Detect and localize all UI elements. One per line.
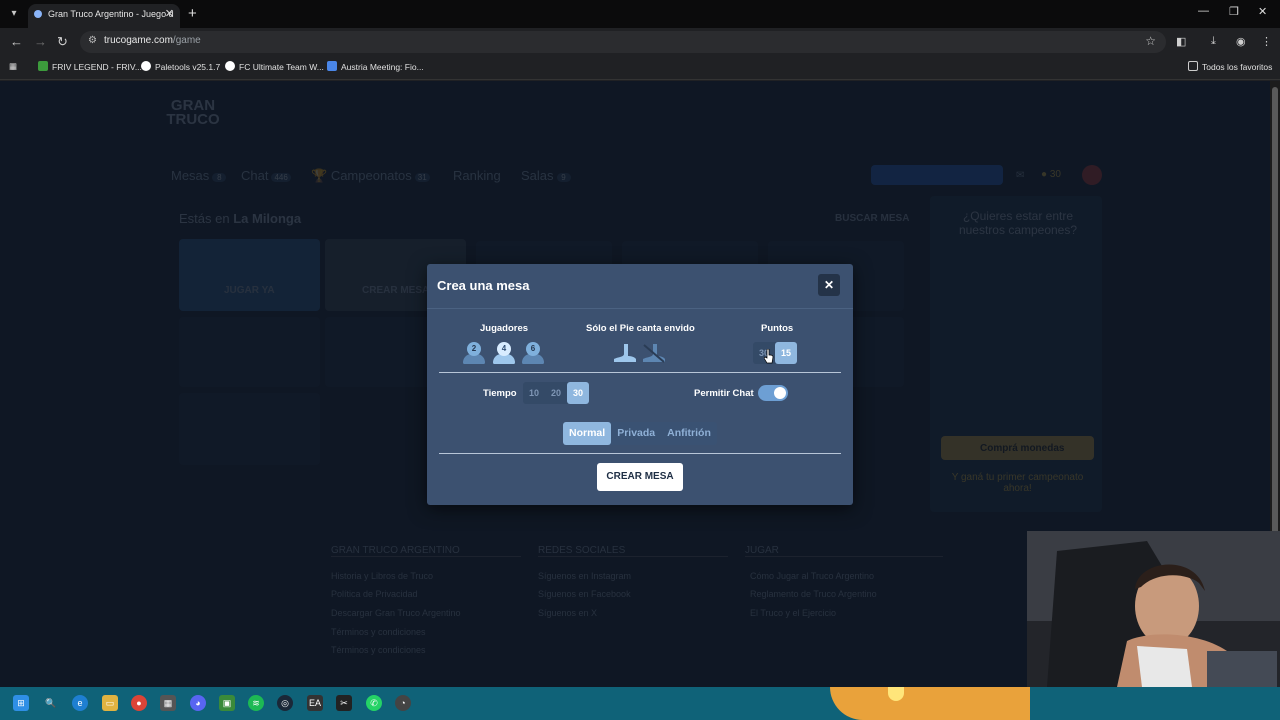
minecraft-icon[interactable]: ▣ bbox=[219, 695, 235, 711]
bookmark-friv[interactable]: FRIV LEGEND - FRIV... bbox=[38, 61, 142, 72]
time-option-30[interactable]: 30 bbox=[567, 382, 590, 404]
chrome-icon[interactable]: ● bbox=[131, 695, 147, 711]
time-toggle: 10 20 30 bbox=[523, 382, 590, 404]
mouse-cursor-icon bbox=[764, 349, 774, 364]
apps-icon[interactable]: ▦ bbox=[9, 61, 17, 72]
menu-icon[interactable]: ⋮ bbox=[1261, 35, 1272, 48]
minimize-icon[interactable]: — bbox=[1198, 5, 1209, 17]
new-tab-icon[interactable]: + bbox=[188, 5, 197, 22]
players-option-4[interactable]: 4 bbox=[491, 340, 517, 366]
reload-icon[interactable]: ↻ bbox=[57, 34, 68, 50]
time-label: Tiempo bbox=[483, 388, 517, 399]
extensions-icon[interactable]: ◧ bbox=[1176, 35, 1186, 48]
edge-icon[interactable]: e bbox=[72, 695, 88, 711]
browser-tab[interactable]: Gran Truco Argentino - Juego d ✕ bbox=[28, 4, 180, 28]
bookmark-star-icon[interactable]: ☆ bbox=[1145, 34, 1156, 48]
bookmark-austria[interactable]: Austria Meeting: Fio... bbox=[327, 61, 424, 72]
forward-icon[interactable]: → bbox=[34, 34, 47, 49]
window-close-icon[interactable]: ✕ bbox=[1258, 5, 1267, 18]
points-toggle: 30 15 bbox=[753, 342, 798, 364]
switch-knob bbox=[774, 387, 786, 399]
chat-toggle-switch[interactable] bbox=[758, 385, 788, 401]
browser-chrome: ▾ Gran Truco Argentino - Juego d ✕ + — ❐… bbox=[0, 0, 1280, 81]
modal-header-divider bbox=[427, 308, 853, 309]
players-option-2[interactable]: 2 bbox=[461, 340, 487, 366]
file-explorer-icon[interactable]: ▭ bbox=[102, 695, 118, 711]
players-option-6[interactable]: 6 bbox=[520, 340, 546, 366]
webcam-person-image bbox=[1027, 531, 1280, 687]
wallpaper-shape bbox=[830, 687, 1030, 720]
time-option-20[interactable]: 20 bbox=[545, 382, 567, 404]
points-label: Puntos bbox=[761, 323, 794, 334]
table-type-toggle: Normal Privada Anfitrión bbox=[563, 422, 717, 445]
players-label: Jugadores bbox=[480, 323, 529, 334]
bookmarks-bar: ▦ FRIV LEGEND - FRIV... Paletools v25.1.… bbox=[0, 56, 1280, 80]
browser-toolbar: ← → ↻ ⚙ trucogame.com/game ☆ ◧ ⤓ ◉ ⋮ bbox=[0, 28, 1280, 56]
modal-divider bbox=[439, 453, 841, 454]
all-bookmarks[interactable]: Todos los favoritos bbox=[1188, 61, 1272, 72]
site-favicon-icon bbox=[34, 10, 42, 18]
chat-label: Permitir Chat bbox=[694, 388, 754, 399]
type-option-anfitrion[interactable]: Anfitrión bbox=[661, 422, 717, 445]
modal-divider bbox=[439, 372, 841, 373]
restore-icon[interactable]: ❐ bbox=[1229, 5, 1239, 18]
whatsapp-icon[interactable]: ✆ bbox=[366, 695, 382, 711]
create-table-modal: Crea una mesa ✕ Jugadores 2 4 6 Sólo el … bbox=[427, 264, 853, 505]
foot-yes-icon[interactable] bbox=[612, 342, 638, 364]
type-option-privada[interactable]: Privada bbox=[611, 422, 661, 445]
bookmark-fc-ultimate[interactable]: FC Ultimate Team W... bbox=[225, 61, 324, 72]
time-option-10[interactable]: 10 bbox=[523, 382, 545, 404]
store-icon[interactable]: ▦ bbox=[160, 695, 176, 711]
tab-title: Gran Truco Argentino - Juego d bbox=[48, 9, 174, 19]
foot-no-icon[interactable] bbox=[641, 342, 667, 364]
steam-icon[interactable]: ◎ bbox=[277, 695, 293, 711]
tab-search-icon[interactable]: ▾ bbox=[6, 6, 22, 22]
bookmark-paletools[interactable]: Paletools v25.1.7 bbox=[141, 61, 220, 72]
points-option-15[interactable]: 15 bbox=[775, 342, 798, 364]
webcam-overlay bbox=[1027, 531, 1280, 687]
back-icon[interactable]: ← bbox=[10, 34, 23, 49]
create-table-button[interactable]: CREAR MESA bbox=[597, 463, 683, 491]
ea-icon[interactable]: EA bbox=[307, 695, 323, 711]
capcut-icon[interactable]: ✂ bbox=[336, 695, 352, 711]
start-icon[interactable]: ⊞ bbox=[13, 695, 29, 711]
pie-envido-label: Sólo el Pie canta envido bbox=[586, 323, 695, 334]
discord-icon[interactable]: ◕ bbox=[190, 695, 206, 711]
windows-taskbar: ⊞ 🔍 e ▭ ● ▦ ◕ ▣ ≋ ◎ EA ✂ ✆ ◔ bbox=[0, 687, 1280, 720]
address-bar[interactable]: ⚙ trucogame.com/game ☆ bbox=[80, 31, 1166, 53]
modal-title: Crea una mesa bbox=[437, 278, 530, 293]
type-option-normal[interactable]: Normal bbox=[563, 422, 612, 445]
search-icon[interactable]: 🔍 bbox=[43, 695, 59, 711]
spotify-icon[interactable]: ≋ bbox=[248, 695, 264, 711]
download-icon[interactable]: ⤓ bbox=[1211, 35, 1216, 48]
close-icon[interactable]: ✕ bbox=[818, 274, 840, 296]
tab-strip: ▾ Gran Truco Argentino - Juego d ✕ + — ❐… bbox=[0, 0, 1280, 28]
site-info-icon[interactable]: ⚙ bbox=[88, 35, 97, 46]
profile-icon[interactable]: ◉ bbox=[1236, 35, 1246, 48]
app-icon[interactable]: ◔ bbox=[395, 695, 411, 711]
tab-close-icon[interactable]: ✕ bbox=[165, 4, 174, 24]
url-text: trucogame.com/game bbox=[104, 35, 201, 46]
